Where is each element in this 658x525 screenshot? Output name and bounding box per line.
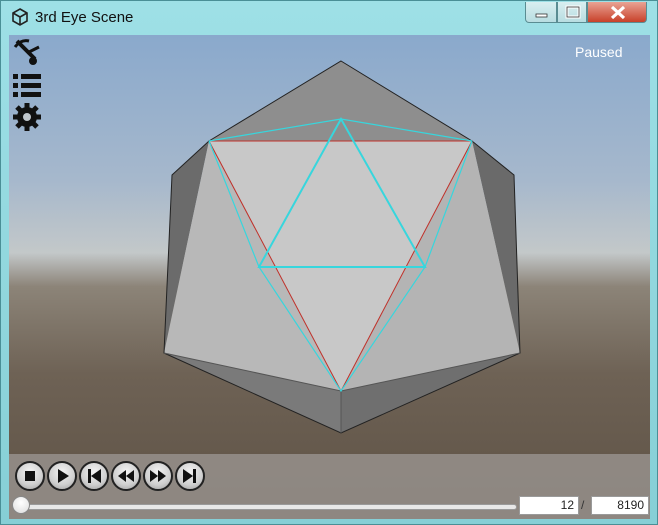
frame-separator: / bbox=[581, 498, 585, 512]
playback-controls: 12 / 8190 bbox=[9, 454, 650, 519]
gear-icon[interactable] bbox=[11, 101, 43, 138]
skip-to-end-button[interactable] bbox=[175, 461, 205, 491]
skip-to-end-icon bbox=[183, 469, 196, 483]
total-frames-field[interactable]: 8190 bbox=[591, 496, 649, 515]
title-bar[interactable]: 3rd Eye Scene bbox=[1, 1, 657, 35]
close-button[interactable] bbox=[587, 2, 647, 23]
stop-icon bbox=[25, 471, 35, 481]
icosahedron-render bbox=[163, 60, 521, 434]
step-back-icon bbox=[118, 470, 134, 482]
stop-button[interactable] bbox=[15, 461, 45, 491]
unity-logo-icon bbox=[11, 8, 29, 26]
skip-to-start-button[interactable] bbox=[79, 461, 109, 491]
step-forward-button[interactable] bbox=[143, 461, 173, 491]
timeline-slider-thumb[interactable] bbox=[11, 496, 30, 514]
skip-to-start-icon bbox=[88, 469, 101, 483]
scene-viewport[interactable]: Paused 12 / 8190 bbox=[9, 35, 650, 519]
maximize-icon bbox=[565, 5, 581, 19]
play-button[interactable] bbox=[47, 461, 77, 491]
window-title: 3rd Eye Scene bbox=[35, 9, 134, 26]
step-back-button[interactable] bbox=[111, 461, 141, 491]
satellite-dish-icon[interactable] bbox=[11, 37, 43, 72]
playback-status: Paused bbox=[575, 44, 623, 60]
current-frame-field[interactable]: 12 bbox=[519, 496, 579, 515]
maximize-button[interactable] bbox=[557, 2, 587, 23]
timeline-slider[interactable] bbox=[17, 504, 517, 510]
minimize-button[interactable] bbox=[525, 2, 557, 23]
app-window: 3rd Eye Scene Paused 12 / 8190 bbox=[0, 0, 658, 525]
minimize-icon bbox=[535, 13, 548, 18]
play-icon bbox=[58, 469, 69, 483]
step-forward-icon bbox=[150, 470, 166, 482]
close-icon bbox=[610, 5, 626, 20]
